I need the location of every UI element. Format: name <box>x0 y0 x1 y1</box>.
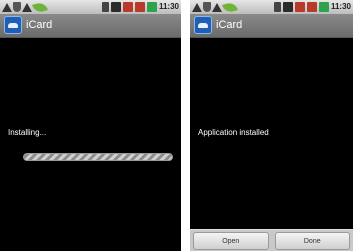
progress-bar <box>23 153 173 161</box>
warning-icon <box>212 2 222 12</box>
status-message: Application installed <box>198 128 269 137</box>
warning-icon <box>22 2 32 12</box>
leaf-icon <box>222 0 238 14</box>
status-message: Installing... <box>8 128 47 137</box>
bluetooth-icon <box>101 2 109 12</box>
multimedia-icon <box>110 2 121 12</box>
clock: 11:30 <box>158 2 179 11</box>
status-bar: 11:30 <box>0 0 181 14</box>
open-button[interactable]: Open <box>193 232 269 250</box>
app-title: iCard <box>26 19 53 31</box>
bluetooth-icon <box>273 2 281 12</box>
app-icon <box>4 16 22 34</box>
installed-screen: 11:30 iCard Application installed Open D… <box>190 0 353 251</box>
app-icon <box>194 16 212 34</box>
calendar-icon <box>122 2 133 12</box>
done-button[interactable]: Done <box>274 232 350 250</box>
status-bar: 11:30 <box>190 0 353 14</box>
warning-icon <box>2 2 12 12</box>
leaf-icon <box>32 0 48 14</box>
battery-icon <box>318 2 329 12</box>
shield-icon <box>203 2 211 12</box>
calendar-icon <box>134 2 145 12</box>
shield-icon <box>13 2 21 12</box>
button-bar: Open Done <box>190 229 353 251</box>
title-bar: iCard <box>0 14 181 38</box>
battery-icon <box>146 2 157 12</box>
calendar-icon <box>294 2 305 12</box>
clock: 11:30 <box>330 2 351 11</box>
title-bar: iCard <box>190 14 353 38</box>
installing-screen: 11:30 iCard Installing... <box>0 0 181 251</box>
warning-icon <box>192 2 202 12</box>
multimedia-icon <box>282 2 293 12</box>
calendar-icon <box>306 2 317 12</box>
app-title: iCard <box>216 19 243 31</box>
